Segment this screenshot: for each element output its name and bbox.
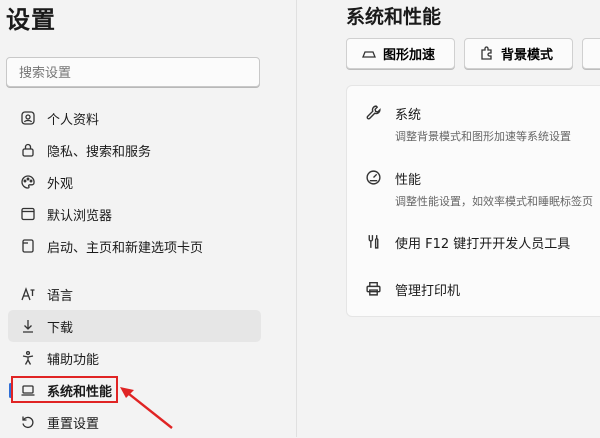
sidebar-item-language[interactable]: 语言 (8, 278, 261, 310)
sidebar-item-label: 辅助功能 (47, 352, 100, 368)
sidebar: 设置 个人资料 隐私、搜索和服务 外观 默认浏览器 启动、主页和新建选项卡页 语… (0, 0, 297, 437)
sidebar-item-downloads[interactable]: 下载 (8, 310, 261, 342)
search-input[interactable] (6, 57, 260, 87)
page-title: 系统和性能 (346, 6, 442, 28)
sidebar-item-accessibility[interactable]: 辅助功能 (8, 342, 261, 374)
sidebar-item-label: 默认浏览器 (47, 208, 113, 224)
sidebar-item-default-browser[interactable]: 默认浏览器 (8, 198, 261, 230)
download-icon (19, 317, 37, 335)
more-toolbar-button[interactable] (582, 38, 600, 69)
section-desc: 调整背景模式和图形加速等系统设置 (395, 130, 571, 143)
wrench-icon (365, 104, 383, 122)
accessibility-icon (19, 349, 37, 367)
gpu-icon (362, 50, 376, 58)
button-label: 图形加速 (383, 47, 436, 62)
browser-icon (19, 205, 37, 223)
annotation-highlight-box (11, 376, 118, 403)
section-printers[interactable]: 管理打印机 (365, 280, 460, 299)
sidebar-title: 设置 (6, 6, 56, 34)
settings-card: 系统 调整背景模式和图形加速等系统设置 性能 调整性能设置，如效率模式和睡眠标签… (346, 85, 600, 317)
sidebar-item-appearance[interactable]: 外观 (8, 166, 261, 198)
sidebar-item-label: 个人资料 (47, 112, 100, 128)
annotation-arrow-icon (120, 387, 173, 429)
section-desc: 调整性能设置，如效率模式和睡眠标签页 (395, 195, 593, 208)
sidebar-item-profile[interactable]: 个人资料 (8, 102, 261, 134)
sidebar-item-label: 外观 (47, 176, 74, 192)
button-label: 背景模式 (501, 47, 554, 62)
section-system[interactable]: 系统 调整背景模式和图形加速等系统设置 (365, 104, 571, 144)
section-label: 系统 (395, 108, 422, 123)
sidebar-item-privacy[interactable]: 隐私、搜索和服务 (8, 134, 261, 166)
sidebar-item-label: 启动、主页和新建选项卡页 (47, 240, 204, 256)
sidebar-item-startup[interactable]: 启动、主页和新建选项卡页 (8, 230, 261, 262)
section-label: 使用 F12 键打开开发人员工具 (395, 237, 571, 252)
printer-icon (365, 280, 383, 298)
profile-icon (19, 109, 37, 127)
tab-page-icon (19, 237, 37, 255)
section-label: 管理打印机 (395, 284, 461, 299)
section-label: 性能 (395, 173, 422, 188)
puzzle-icon (481, 45, 492, 60)
gauge-icon (365, 169, 383, 187)
sidebar-item-label: 隐私、搜索和服务 (47, 144, 152, 160)
section-performance[interactable]: 性能 调整性能设置，如效率模式和睡眠标签页 (365, 169, 593, 209)
reset-icon (19, 413, 37, 431)
sidebar-item-label: 下载 (47, 320, 74, 336)
background-mode-button[interactable]: 背景模式 (464, 38, 573, 69)
graphics-acceleration-button[interactable]: 图形加速 (346, 38, 455, 69)
tools-icon (365, 233, 383, 251)
sidebar-item-label: 语言 (47, 288, 74, 304)
sidebar-item-label: 重置设置 (47, 416, 100, 432)
lock-icon (19, 141, 37, 159)
section-devtools-f12[interactable]: 使用 F12 键打开开发人员工具 (365, 233, 570, 252)
language-icon (19, 285, 37, 303)
palette-icon (19, 173, 37, 191)
